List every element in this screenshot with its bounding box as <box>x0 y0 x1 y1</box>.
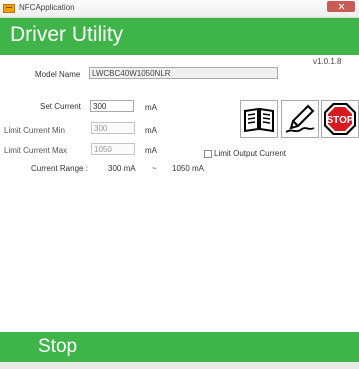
model-name-field: LWCBC40W1050NLR <box>89 67 278 79</box>
stop-label: STOP <box>326 115 353 126</box>
limit-max-label: Limit Current Max <box>4 146 68 155</box>
close-button[interactable] <box>327 1 355 12</box>
current-range-max: 1050 mA <box>172 164 205 173</box>
limit-min-label: Limit Current Min <box>4 126 65 135</box>
status-bar: Stop <box>0 332 359 362</box>
main-panel <box>0 55 359 332</box>
set-current-input[interactable]: 300 <box>90 100 134 112</box>
window-titlebar: NFCApplication <box>0 0 359 18</box>
page-title: Driver Utility <box>10 23 124 46</box>
limit-output-checkbox[interactable] <box>204 150 212 158</box>
edit-button[interactable] <box>281 100 319 138</box>
app-header: Driver Utility <box>0 18 359 55</box>
set-current-label: Set Current <box>40 102 81 111</box>
limit-max-unit: mA <box>145 146 157 155</box>
limit-min-input[interactable]: 300 <box>91 122 135 134</box>
app-icon <box>3 4 15 13</box>
current-range-min: 300 mA <box>108 164 136 173</box>
stop-button[interactable]: STOP <box>321 100 359 138</box>
status-text: Stop <box>38 336 78 357</box>
book-button[interactable] <box>240 100 278 138</box>
pencil-icon <box>285 104 315 133</box>
model-name-label: Model Name <box>35 70 81 79</box>
window-title: NFCApplication <box>19 3 75 12</box>
book-icon <box>244 107 274 133</box>
limit-output-label: Limit Output Current <box>214 149 287 158</box>
set-current-unit: mA <box>145 103 157 112</box>
version-label: v1.0.1.8 <box>313 57 342 66</box>
window-bottom-border <box>0 362 359 369</box>
stop-sign-icon: STOP <box>324 103 356 135</box>
current-range-separator: ~ <box>152 164 157 173</box>
current-range-label: Current Range : <box>31 164 88 173</box>
limit-min-unit: mA <box>145 126 157 135</box>
limit-max-input[interactable]: 1050 <box>91 143 135 155</box>
